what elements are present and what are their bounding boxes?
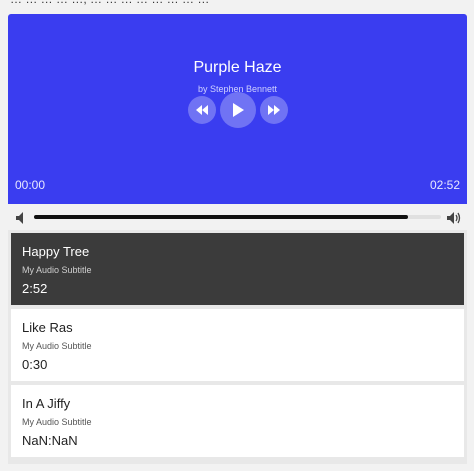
playlist-item[interactable]: Like Ras My Audio Subtitle 0:30 [11, 309, 464, 381]
playlist-item-title: In A Jiffy [22, 396, 71, 411]
progress-row [8, 204, 467, 230]
play-icon [232, 103, 244, 117]
play-button[interactable] [220, 92, 256, 128]
fast-forward-icon [268, 105, 280, 115]
rewind-button[interactable] [188, 96, 216, 124]
track-title: Purple Haze [193, 59, 282, 76]
playlist: Happy Tree My Audio Subtitle 2:52 Like R… [8, 230, 467, 464]
volume-low-icon[interactable] [16, 211, 26, 229]
total-time: 02:52 [429, 178, 460, 192]
fast-forward-button[interactable] [260, 96, 288, 124]
playlist-item-subtitle: My Audio Subtitle [22, 417, 92, 427]
volume-high-icon[interactable] [447, 211, 461, 229]
playlist-item[interactable]: In A Jiffy My Audio Subtitle NaN:NaN [11, 385, 464, 457]
playback-controls [188, 92, 288, 130]
progress-slider[interactable] [34, 215, 441, 219]
playlist-item-duration: NaN:NaN [22, 433, 78, 448]
cut-off-text: … … … … …, … … … … … … … … [0, 0, 474, 10]
playlist-item-duration: 2:52 [22, 281, 48, 296]
cut-off-text-label: … … … … …, … … … … … … … … [10, 0, 209, 6]
rewind-icon [196, 105, 208, 115]
playlist-item[interactable]: Happy Tree My Audio Subtitle 2:52 [11, 233, 464, 305]
playlist-item-duration: 0:30 [22, 357, 48, 372]
audio-player: Purple Haze by Stephen Bennett 00:00 02:… [8, 14, 467, 204]
playlist-item-title: Like Ras [22, 320, 73, 335]
playlist-item-title: Happy Tree [22, 244, 90, 259]
playlist-item-subtitle: My Audio Subtitle [22, 341, 92, 351]
current-time: 00:00 [15, 178, 46, 192]
progress-fill [34, 215, 409, 219]
playlist-item-subtitle: My Audio Subtitle [22, 265, 92, 275]
